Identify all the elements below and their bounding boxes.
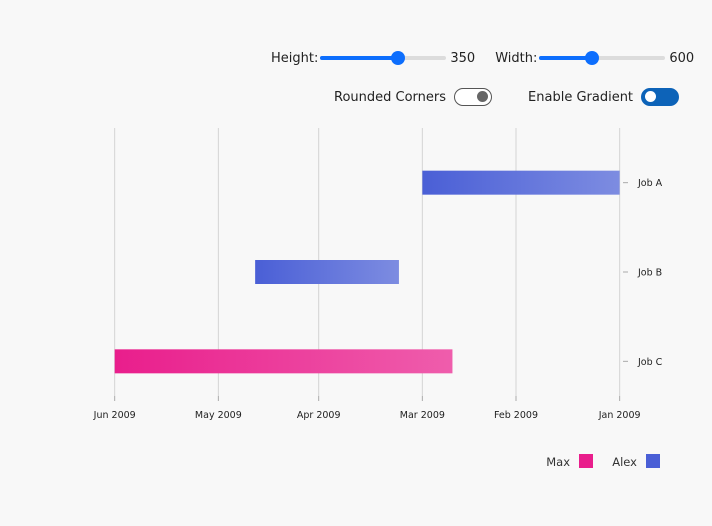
x-tick-label: Apr 2009 <box>297 410 341 421</box>
gantt-chart: Jun 2009 May 2009 Apr 2009 Mar 2009 Feb 2009… <box>93 128 663 469</box>
task-bar-job-c <box>114 349 453 374</box>
rounded-corners-label: Rounded Corners <box>334 89 447 105</box>
legend-swatch <box>646 454 660 468</box>
width-label: Width: <box>495 50 538 66</box>
y-tick-label: Job A <box>637 178 663 189</box>
legend-swatch <box>579 454 593 468</box>
height-label: Height: <box>271 50 319 66</box>
x-axis-ticks: Jun 2009 May 2009 Apr 2009 Mar 2009 Feb 2009… <box>93 396 641 421</box>
rounded-corners-toggle[interactable] <box>454 88 493 106</box>
x-tick-label: Feb 2009 <box>494 410 538 421</box>
y-tick-label: Job B <box>637 268 662 279</box>
x-tick-label: May 2009 <box>195 410 242 421</box>
width-slider-thumb[interactable] <box>585 51 600 65</box>
x-tick-label: Jun 2009 <box>93 410 136 421</box>
legend-label: Max <box>546 455 570 469</box>
legend-label: Alex <box>612 455 637 469</box>
legend: Alex Max <box>546 454 660 469</box>
style-controls: Rounded Corners Enable Gradient <box>334 88 680 106</box>
task-bar-job-b <box>255 260 399 284</box>
width-slider[interactable] <box>539 50 666 66</box>
x-tick-label: Jan 2009 <box>598 410 641 421</box>
enable-gradient-toggle-knob <box>645 91 657 102</box>
y-axis-labels: Job A Job B Job C <box>623 178 663 368</box>
enable-gradient-label: Enable Gradient <box>528 89 634 105</box>
height-slider-thumb[interactable] <box>391 51 406 65</box>
height-slider-fill <box>320 56 399 60</box>
task-bars <box>114 170 620 374</box>
enable-gradient-toggle[interactable] <box>641 88 680 106</box>
width-value: 600 <box>669 50 695 66</box>
height-value: 350 <box>450 50 476 66</box>
task-bar-job-a <box>422 170 620 195</box>
y-tick-label: Job C <box>637 357 663 368</box>
height-slider[interactable] <box>320 50 447 66</box>
grid-lines <box>114 128 621 396</box>
size-controls: Height: 350 Width: 600 <box>271 50 694 66</box>
x-tick-label: Mar 2009 <box>400 410 445 421</box>
rounded-corners-toggle-knob <box>477 91 489 102</box>
